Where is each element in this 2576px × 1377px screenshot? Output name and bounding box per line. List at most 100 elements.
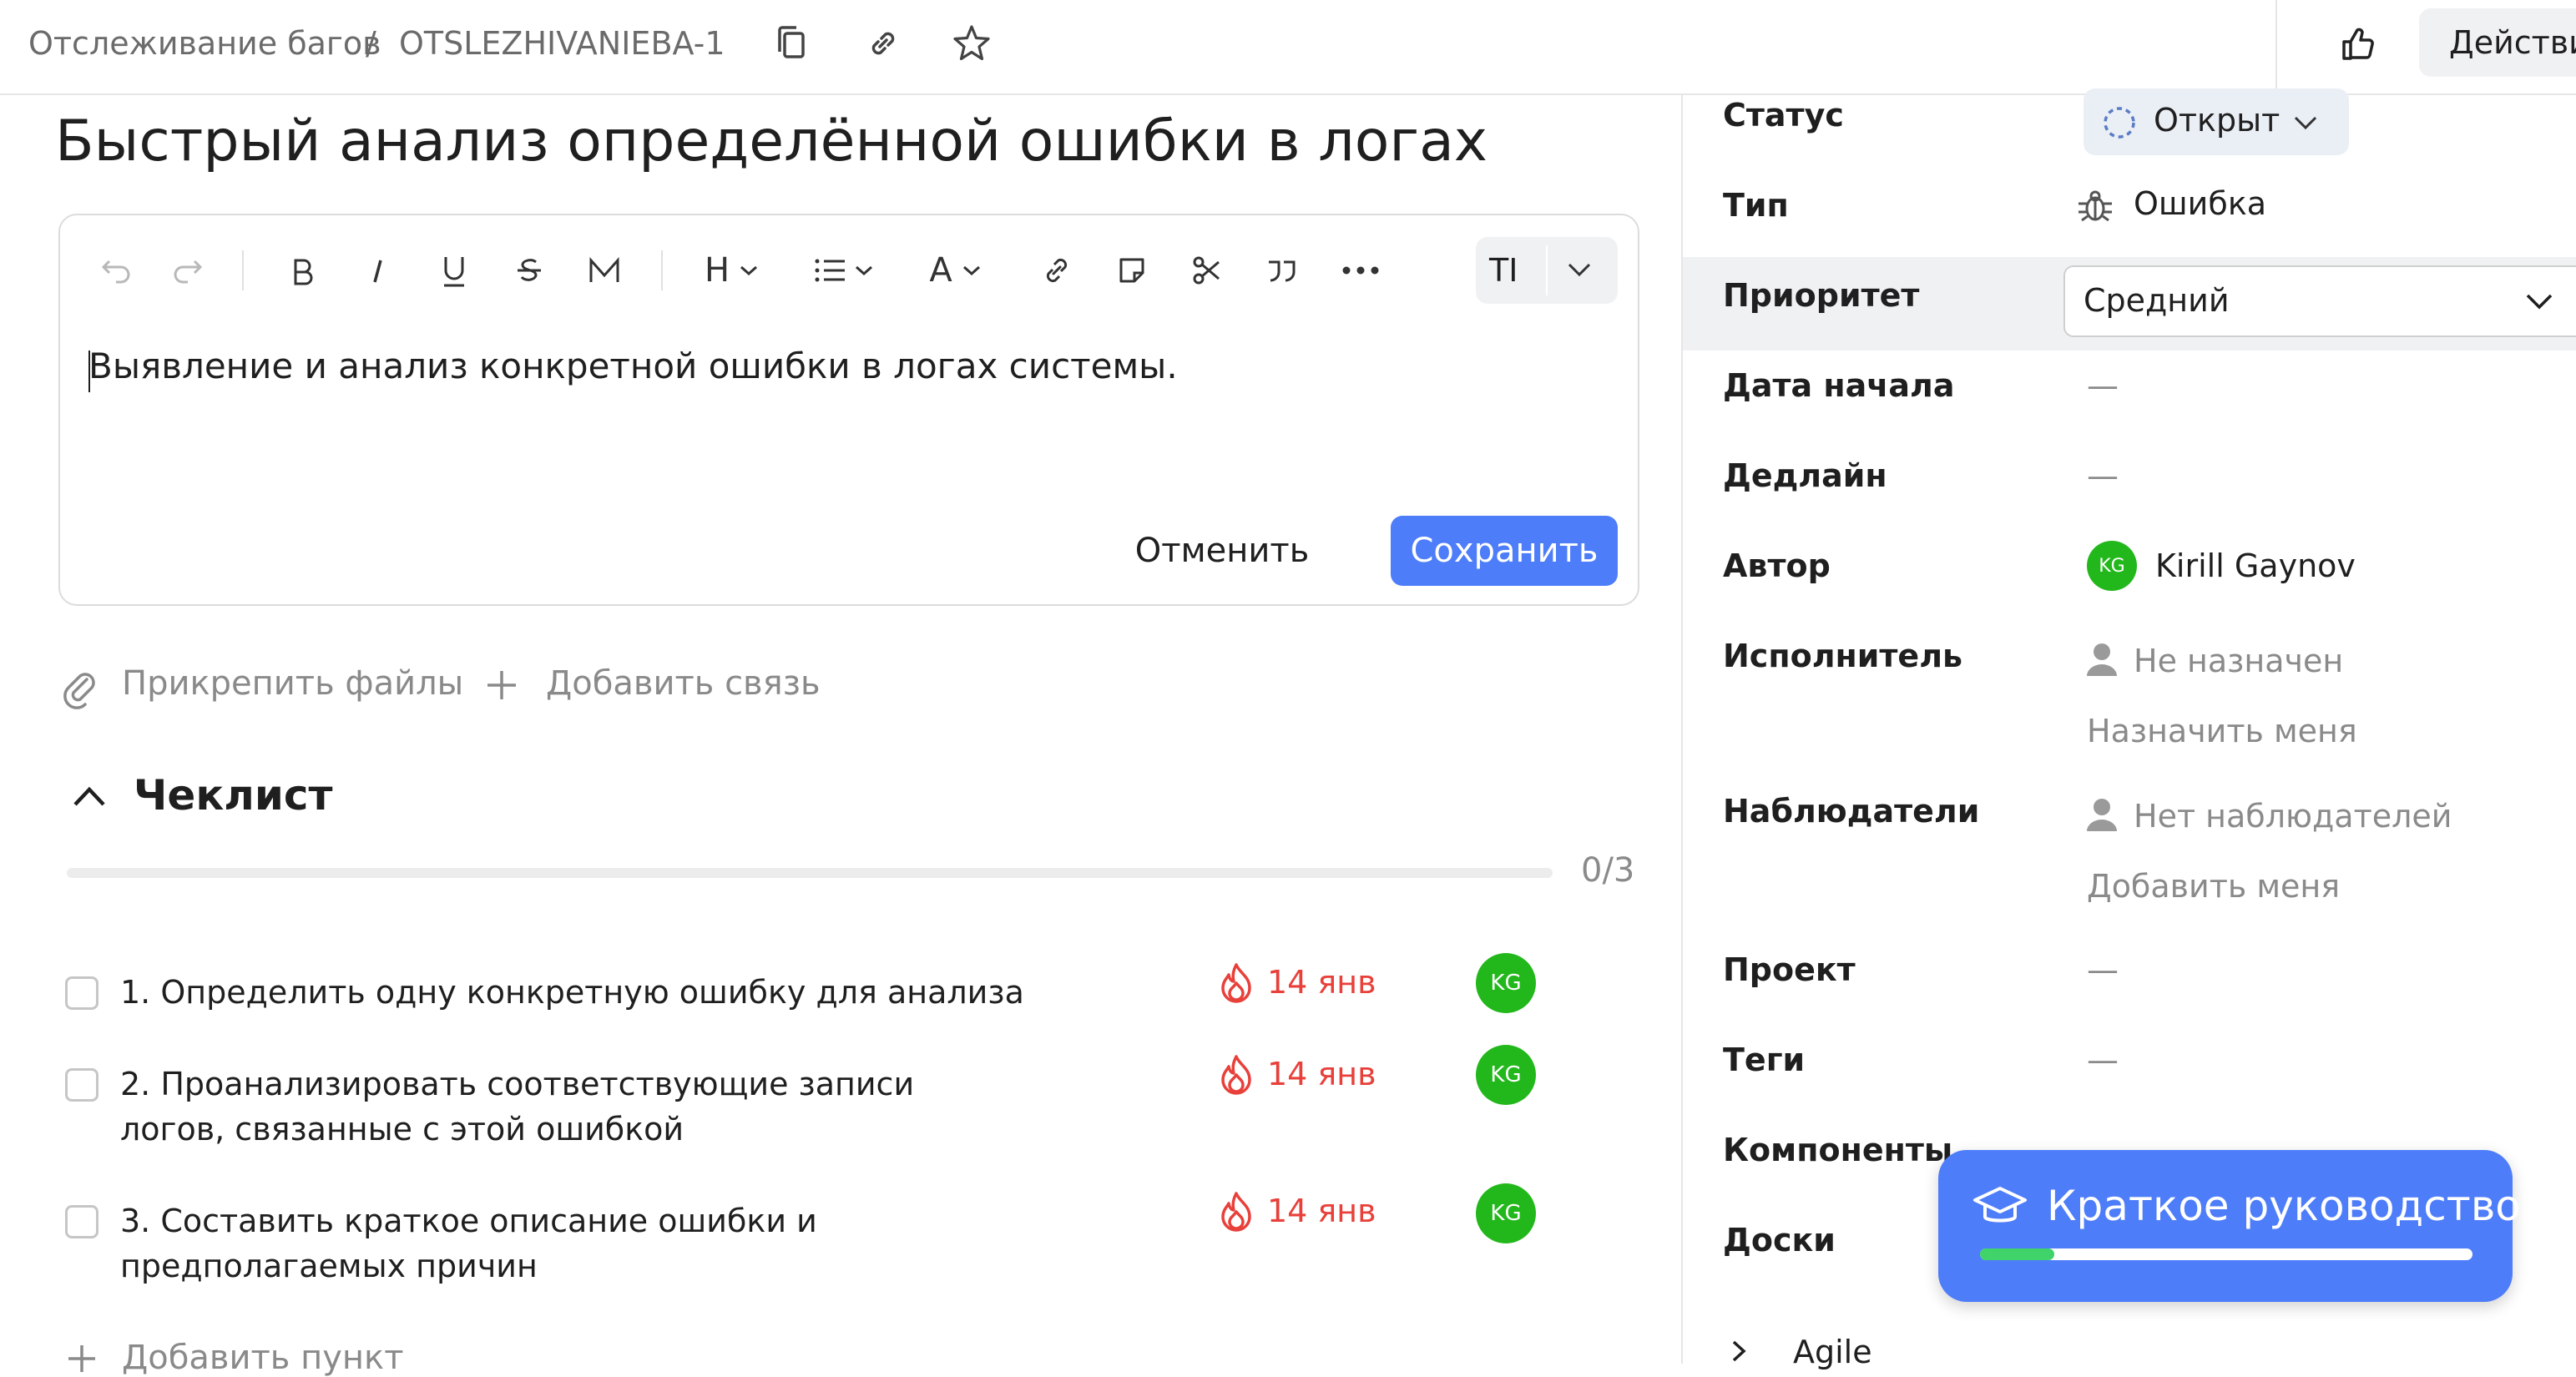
heading-label: H	[705, 251, 730, 290]
attach-files-link[interactable]: Прикрепить файлы	[122, 664, 463, 703]
due-date-label: 14 янв	[1267, 1193, 1376, 1229]
fire-icon	[1217, 1190, 1255, 1232]
chevron-down-icon	[2289, 110, 2322, 135]
checklist-progress-bar	[67, 868, 1553, 878]
due-date-label: 14 янв	[1267, 1056, 1376, 1092]
copy-icon[interactable]	[766, 18, 816, 68]
editor-mode-switch[interactable]: TI	[1476, 237, 1618, 304]
checklist-checkbox[interactable]	[65, 1205, 98, 1238]
priority-value: Средний	[2084, 282, 2230, 319]
bug-icon	[2075, 185, 2115, 225]
strikethrough-icon[interactable]	[499, 240, 559, 300]
bold-icon[interactable]	[272, 240, 332, 300]
status-label: Статус	[1723, 97, 1844, 134]
checklist-checkbox[interactable]	[65, 1068, 98, 1102]
author-value[interactable]: Kirill Gaynov	[2155, 547, 2356, 584]
description-text[interactable]: Выявление и анализ конкретной ошибки в л…	[88, 346, 1178, 386]
add-checklist-item[interactable]: Добавить пункт	[122, 1339, 404, 1377]
priority-select[interactable]: Средний	[2063, 265, 2576, 337]
deadline-value[interactable]: —	[2087, 457, 2119, 494]
plus-icon[interactable]	[482, 666, 521, 704]
author-label: Автор	[1723, 547, 1831, 584]
chevron-down-icon	[2523, 289, 2556, 314]
checklist-item-text[interactable]: 3. Составить краткое описание ошибки и п…	[120, 1198, 1055, 1289]
graduation-cap-icon	[1972, 1182, 2028, 1232]
link-icon[interactable]	[858, 18, 908, 68]
toolbar-separator	[242, 250, 244, 290]
star-icon[interactable]	[947, 18, 997, 68]
text-mode-label: TI	[1489, 244, 1518, 297]
avatar[interactable]: KG	[1476, 953, 1536, 1013]
save-button[interactable]: Сохранить	[1391, 516, 1618, 586]
redo-icon[interactable]	[160, 240, 220, 300]
checklist-item-text[interactable]: 2. Проанализировать соответствующие запи…	[120, 1062, 988, 1152]
type-label: Тип	[1723, 187, 1789, 224]
text-color-dropdown[interactable]: A	[915, 240, 998, 300]
list-dropdown[interactable]	[803, 240, 886, 300]
chevron-down-icon[interactable]	[1563, 257, 1596, 282]
paperclip-icon[interactable]	[58, 664, 98, 709]
quote-icon[interactable]	[1252, 240, 1312, 300]
type-value[interactable]: Ошибка	[2134, 185, 2266, 222]
issue-title[interactable]: Быстрый анализ определённой ошибки в лог…	[55, 108, 1488, 174]
deadline-label: Дедлайн	[1723, 457, 1887, 494]
checklist-checkbox[interactable]	[65, 976, 98, 1010]
tags-label: Теги	[1723, 1042, 1805, 1078]
checklist-item-due[interactable]: 14 янв	[1217, 1190, 1376, 1232]
quick-guide-label[interactable]: Краткое руководство	[2047, 1182, 2521, 1230]
plus-icon[interactable]	[65, 1342, 98, 1375]
status-value: Открыт	[2154, 102, 2280, 139]
status-dropdown[interactable]: Открыт	[2084, 88, 2349, 155]
fire-icon	[1217, 961, 1255, 1003]
thumbs-up-icon[interactable]	[2332, 18, 2382, 68]
mode-separator	[1546, 245, 1548, 295]
add-link-link[interactable]: Добавить связь	[546, 664, 821, 703]
breadcrumb-separator: /	[366, 25, 376, 62]
add-me-link[interactable]: Добавить меня	[2087, 868, 2340, 905]
quick-guide-progress-fill	[1980, 1248, 2054, 1260]
monospace-icon[interactable]	[574, 240, 634, 300]
boards-label: Доски	[1723, 1222, 1836, 1258]
avatar[interactable]: KG	[2087, 541, 2137, 591]
start-date-label: Дата начала	[1723, 367, 1955, 404]
cut-icon[interactable]	[1177, 240, 1237, 300]
avatar[interactable]: KG	[1476, 1183, 1536, 1243]
italic-icon[interactable]	[347, 240, 407, 300]
chevron-down-icon	[851, 262, 876, 279]
tags-value[interactable]: —	[2087, 1042, 2119, 1078]
checklist-item-due[interactable]: 14 янв	[1217, 1053, 1376, 1095]
breadcrumb-queue[interactable]: Отслеживание багов	[28, 25, 381, 62]
fire-icon	[1217, 1053, 1255, 1095]
chevron-right-icon[interactable]	[1726, 1339, 1751, 1364]
agile-label[interactable]: Agile	[1793, 1334, 1872, 1370]
followers-value[interactable]: Нет наблюдателей	[2134, 798, 2452, 835]
actions-button[interactable]: Действия	[2419, 8, 2576, 77]
user-placeholder-icon	[2082, 794, 2122, 835]
checklist-item-due[interactable]: 14 янв	[1217, 961, 1376, 1003]
assign-me-link[interactable]: Назначить меня	[2087, 713, 2357, 749]
header-divider	[2275, 0, 2277, 93]
toolbar-separator	[661, 250, 663, 290]
project-value[interactable]: —	[2087, 951, 2119, 988]
avatar[interactable]: KG	[1476, 1045, 1536, 1105]
assignee-value[interactable]: Не назначен	[2134, 643, 2343, 679]
checklist-title[interactable]: Чеклист	[134, 771, 333, 820]
checklist-item-text[interactable]: 1. Определить одну конкретную ошибку для…	[120, 970, 1122, 1015]
top-bar	[0, 0, 2576, 95]
heading-dropdown[interactable]: H	[691, 240, 775, 300]
more-icon[interactable]	[1331, 240, 1391, 300]
breadcrumb-issue-key[interactable]: OTSLEZHIVANIEBA-1	[399, 25, 725, 62]
user-placeholder-icon	[2082, 639, 2122, 679]
priority-label: Приоритет	[1723, 277, 1919, 314]
project-label: Проект	[1723, 951, 1856, 988]
link-insert-icon[interactable]	[1027, 240, 1087, 300]
chevron-up-icon[interactable]	[68, 779, 110, 813]
start-date-value[interactable]: —	[2087, 367, 2119, 404]
text-color-label: A	[929, 251, 952, 290]
underline-icon[interactable]	[424, 240, 484, 300]
cancel-button[interactable]: Отменить	[1119, 516, 1326, 586]
undo-icon[interactable]	[83, 240, 144, 300]
components-label: Компоненты	[1723, 1132, 1952, 1168]
note-icon[interactable]	[1102, 240, 1162, 300]
checklist-progress-count: 0/3	[1581, 851, 1634, 890]
